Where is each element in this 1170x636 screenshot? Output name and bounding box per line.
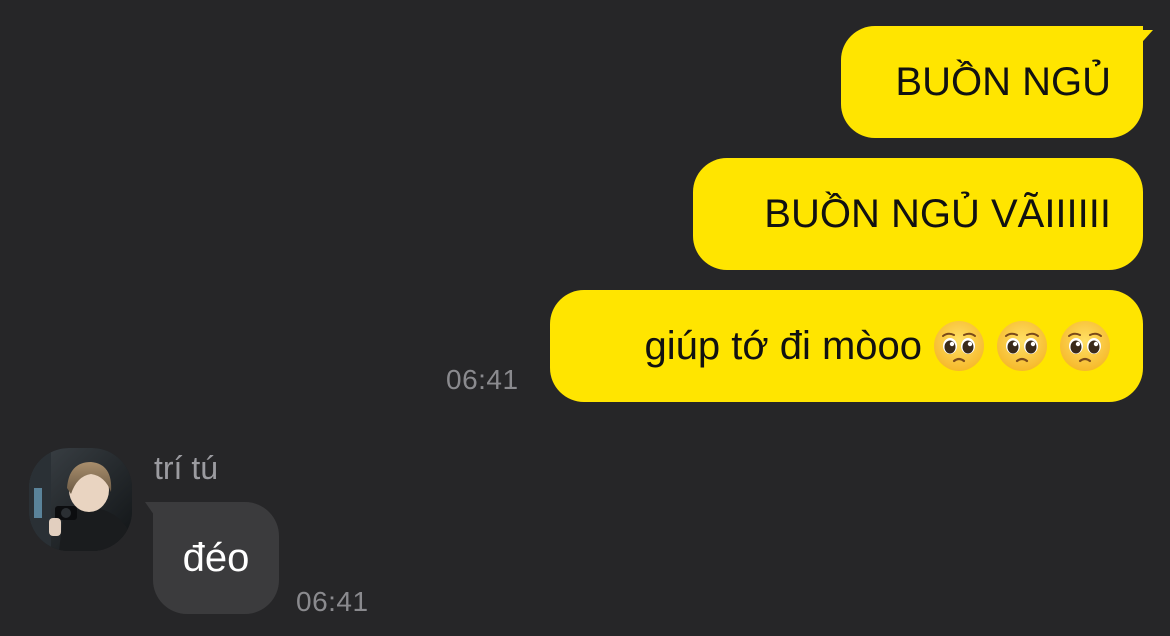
incoming-message-bubble[interactable]: đéo [153,502,279,614]
avatar[interactable] [29,448,132,551]
message-text: BUỒN NGỦ [895,59,1111,104]
message-text: đéo [182,535,250,580]
pleading-face-emoji [933,320,985,372]
pleading-face-emoji [996,320,1048,372]
message-text: giúp tớ đi mòoo [644,323,923,368]
message-text: BUỒN NGỦ VÃIIIIII [764,191,1111,236]
outgoing-message-bubble[interactable]: BUỒN NGỦ [841,26,1143,138]
outgoing-message-bubble[interactable]: BUỒN NGỦ VÃIIIIII [693,158,1143,270]
sender-name: trí tú [154,450,219,486]
outgoing-timestamp: 06:41 [446,364,519,395]
incoming-timestamp: 06:41 [296,586,369,617]
pleading-face-emoji [1059,320,1111,372]
outgoing-message-bubble[interactable]: giúp tớ đi mòoo [550,290,1143,402]
